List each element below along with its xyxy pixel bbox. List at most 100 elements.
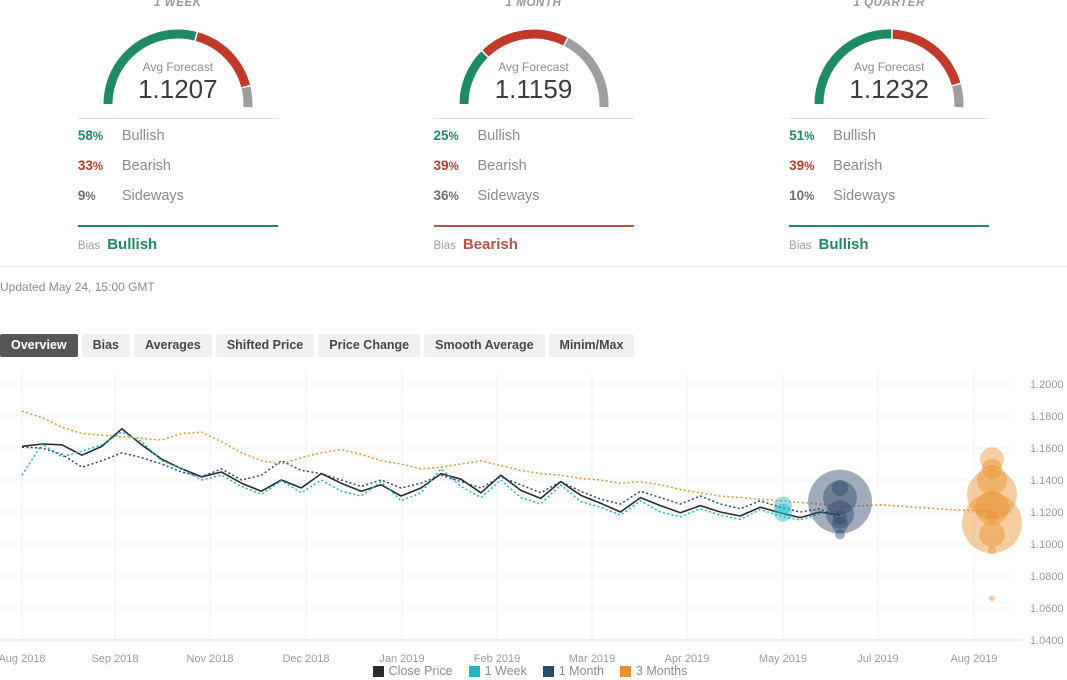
bias-value: Bearish (463, 236, 518, 253)
panel-title: 1 WEEK (0, 0, 356, 9)
chart-legend: Close Price 1 Week 1 Month 3 Months (0, 664, 1067, 678)
stat-percent-unit: % (449, 191, 459, 203)
legend-item[interactable]: 1 Week (469, 664, 527, 678)
stat-percent: 10% (789, 188, 833, 203)
stat-row: 33%Bearish (78, 158, 278, 188)
legend-label: 3 Months (636, 664, 687, 678)
stat-percent: 25% (434, 128, 478, 143)
forecast-bubble[interactable] (986, 510, 998, 522)
stat-percent-unit: % (93, 131, 103, 143)
series-line-close-price (22, 429, 840, 518)
section-divider (0, 266, 1067, 267)
bias-label: Bias (78, 240, 100, 252)
stat-percent: 33% (78, 158, 122, 173)
stat-percent-value: 25 (434, 128, 449, 143)
forecast-bubble[interactable] (989, 595, 995, 601)
gauge-arc-bearish (893, 34, 956, 84)
panel-stats: 58%Bullish33%Bearish9%SidewaysBiasBullis… (78, 118, 278, 253)
y-axis-tick-label: 1.1600 (1030, 443, 1064, 455)
stat-percent-unit: % (85, 191, 95, 203)
forecast-chart[interactable]: 1.20001.18001.16001.14001.12001.10001.08… (0, 368, 1067, 680)
bias-rule (434, 225, 634, 227)
stat-row: 39%Bearish (789, 158, 989, 188)
stat-percent-unit: % (804, 191, 814, 203)
stat-percent-value: 36 (434, 188, 449, 203)
stat-label: Sideways (122, 188, 184, 204)
stat-percent-unit: % (804, 161, 814, 173)
gauge-arc-bullish (108, 34, 195, 104)
tab-overview[interactable]: Overview (0, 334, 78, 357)
stat-percent: 39% (434, 158, 478, 173)
stat-percent-unit: % (449, 131, 459, 143)
stat-percent-unit: % (449, 161, 459, 173)
panel-title: 1 MONTH (356, 0, 712, 9)
panel-divider (78, 118, 278, 119)
gauge-arc-bearish (485, 34, 565, 53)
legend-swatch-icon (373, 666, 384, 677)
stat-label: Bearish (833, 158, 882, 174)
forecast-bubble[interactable] (979, 521, 1005, 547)
legend-item[interactable]: Close Price (373, 664, 453, 678)
tab-smooth-average[interactable]: Smooth Average (424, 334, 544, 357)
forecast-bubble[interactable] (774, 504, 792, 522)
forecast-bubble[interactable] (835, 529, 845, 539)
stat-label: Bullish (833, 128, 876, 144)
y-axis-tick-label: 1.1200 (1030, 507, 1064, 519)
stat-label: Bearish (478, 158, 527, 174)
legend-item[interactable]: 3 Months (620, 664, 687, 678)
stat-percent-value: 10 (789, 188, 804, 203)
panel-stats: 51%Bullish39%Bearish10%SidewaysBiasBulli… (789, 118, 989, 253)
forecast-panel: 1 MONTHAvg Forecast1.115925%Bullish39%Be… (356, 0, 712, 266)
forecast-bubble[interactable] (988, 546, 996, 554)
gauge-arc-bearish (197, 37, 246, 86)
y-axis-tick-label: 1.1000 (1030, 539, 1064, 551)
forecast-panel: 1 WEEKAvg Forecast1.120758%Bullish33%Bea… (0, 0, 356, 266)
bias-label: Bias (789, 240, 811, 252)
bias-rule (789, 225, 989, 227)
series-line-1-week (22, 432, 840, 520)
tab-shifted-price[interactable]: Shifted Price (216, 334, 314, 357)
stat-row: 25%Bullish (434, 128, 634, 158)
bias-row: BiasBearish (434, 236, 634, 253)
stat-label: Sideways (478, 188, 540, 204)
y-axis-tick-label: 1.0600 (1030, 603, 1064, 615)
legend-label: 1 Week (485, 664, 527, 678)
stat-row: 9%Sideways (78, 188, 278, 218)
stat-percent: 51% (789, 128, 833, 143)
y-axis-tick-label: 1.1800 (1030, 411, 1064, 423)
series-line-3-months (22, 411, 840, 507)
stat-row: 10%Sideways (789, 188, 989, 218)
forecast-dashboard: 1 WEEKAvg Forecast1.120758%Bullish33%Bea… (0, 0, 1067, 680)
stat-row: 51%Bullish (789, 128, 989, 158)
bias-value: Bullish (819, 236, 869, 253)
legend-swatch-icon (543, 666, 554, 677)
tab-bias[interactable]: Bias (82, 334, 130, 357)
forecast-panels: 1 WEEKAvg Forecast1.120758%Bullish33%Bea… (0, 0, 1067, 266)
bias-value: Bullish (107, 236, 157, 253)
y-axis-tick-label: 1.0400 (1030, 635, 1064, 647)
gauge-arc-sideways (246, 87, 248, 107)
stat-percent-value: 51 (789, 128, 804, 143)
stat-label: Sideways (833, 188, 895, 204)
legend-item[interactable]: 1 Month (543, 664, 604, 678)
chart-tabs: OverviewBiasAveragesShifted PricePrice C… (0, 334, 634, 357)
stat-row: 58%Bullish (78, 128, 278, 158)
legend-label: Close Price (389, 664, 453, 678)
stat-row: 36% Sideways (434, 188, 634, 218)
stat-percent-value: 39 (789, 158, 804, 173)
y-axis-tick-label: 1.2000 (1030, 379, 1064, 391)
stat-percent-unit: % (93, 161, 103, 173)
y-axis-tick-label: 1.1400 (1030, 475, 1064, 487)
stat-percent-value: 39 (434, 158, 449, 173)
gauge-arc-bullish (819, 34, 891, 104)
stat-percent: 39% (789, 158, 833, 173)
tab-price-change[interactable]: Price Change (318, 334, 420, 357)
stat-row: 39%Bearish (434, 158, 634, 188)
tab-minim-max[interactable]: Minim/Max (549, 334, 635, 357)
tab-averages[interactable]: Averages (134, 334, 212, 357)
panel-title: 1 QUARTER (711, 0, 1067, 9)
forecast-gauge: Avg Forecast1.1159 (448, 18, 620, 108)
legend-label: 1 Month (559, 664, 604, 678)
series-line-1-month (22, 447, 840, 518)
legend-swatch-icon (469, 666, 480, 677)
